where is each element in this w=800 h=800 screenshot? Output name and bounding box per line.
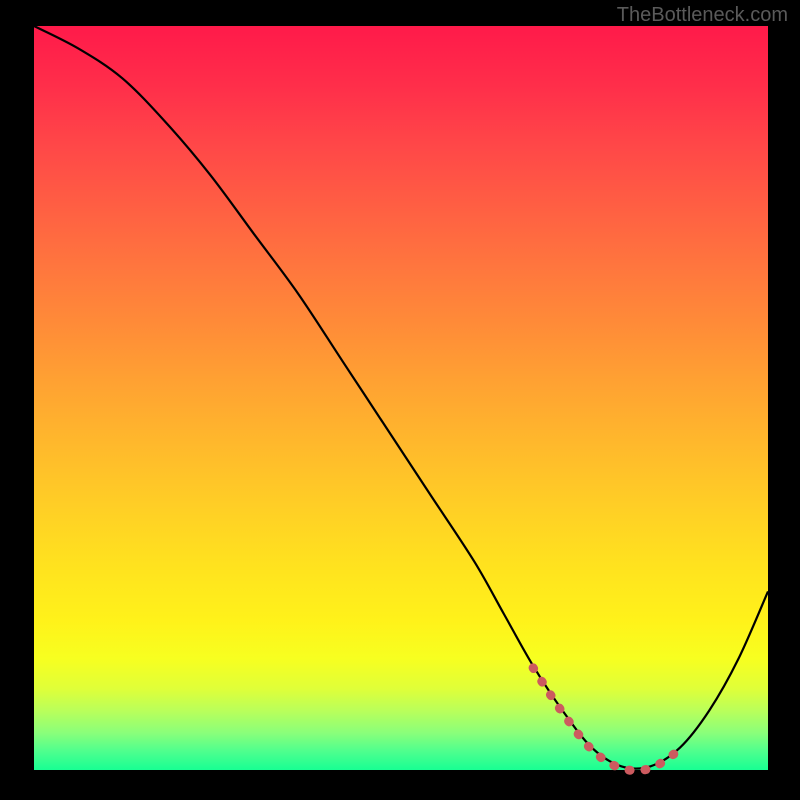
chart-svg bbox=[34, 26, 768, 770]
bottleneck-curve bbox=[34, 26, 768, 769]
optimal-range-highlight bbox=[533, 668, 680, 771]
attribution-text: TheBottleneck.com bbox=[617, 4, 788, 27]
chart-plot-area bbox=[34, 26, 768, 770]
